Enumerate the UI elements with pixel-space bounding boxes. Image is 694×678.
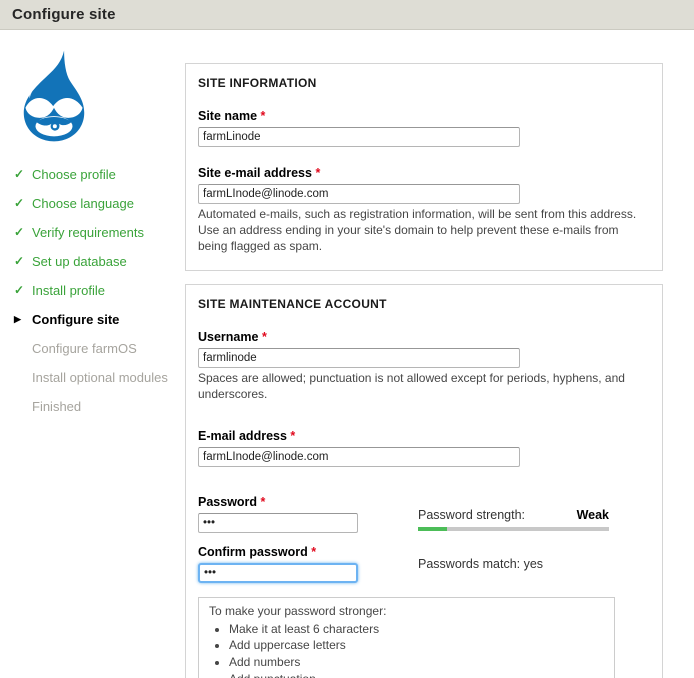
admin-email-form-item: E-mail address * [198,429,650,467]
step-label: Finished [32,400,81,413]
checkmark-icon: ✓ [14,255,32,268]
username-input[interactable] [198,348,520,368]
site-maintenance-account-fieldset: SITE MAINTENANCE ACCOUNT Username * Spac… [185,284,663,678]
password-tip: Make it at least 6 characters [229,622,604,638]
password-strength-track [418,527,609,531]
step-label: Set up database [32,255,127,268]
admin-email-label: E-mail address [198,429,287,443]
password-tips-list: Make it at least 6 characters Add upperc… [209,622,604,678]
site-maintenance-account-legend: SITE MAINTENANCE ACCOUNT [198,297,650,311]
site-email-input[interactable] [198,184,520,204]
sidebar-step-configure-farmos: Configure farmOS [14,342,185,355]
password-tip: Add uppercase letters [229,638,604,654]
password-tips-box: To make your password stronger: Make it … [198,597,615,678]
site-information-legend: SITE INFORMATION [198,76,650,90]
password-label: Password [198,495,257,509]
password-strength-indicator: Password strength: Weak [418,495,609,533]
site-email-form-item: Site e-mail address * Automated e-mails,… [198,166,650,254]
page-header: Configure site [0,0,694,30]
admin-email-input[interactable] [198,447,520,467]
required-marker: * [315,166,320,180]
sidebar-step-choose-profile: ✓ Choose profile [14,168,185,181]
password-tips-intro: To make your password stronger: [209,604,604,620]
required-marker: * [311,545,316,559]
required-marker: * [261,495,266,509]
site-email-label: Site e-mail address [198,166,312,180]
step-label: Install profile [32,284,105,297]
step-label: Configure farmOS [32,342,137,355]
install-steps-list: ✓ Choose profile ✓ Choose language ✓ Ver… [0,168,185,413]
checkmark-icon: ✓ [14,226,32,239]
sidebar-step-install-optional-modules: Install optional modules [14,371,185,384]
sidebar-step-install-profile: ✓ Install profile [14,284,185,297]
configure-site-form: SITE INFORMATION Site name * Site e-mail… [185,30,663,678]
password-row: Password * Password strength: Weak [198,495,650,533]
site-name-label: Site name [198,109,257,123]
checkmark-icon: ✓ [14,168,32,181]
site-name-input[interactable] [198,127,520,147]
step-label: Verify requirements [32,226,144,239]
step-label: Configure site [32,313,119,326]
page-title: Configure site [12,6,116,23]
required-marker: * [290,429,295,443]
sidebar-step-set-up-database: ✓ Set up database [14,255,185,268]
step-label: Choose language [32,197,134,210]
sidebar-step-choose-language: ✓ Choose language [14,197,185,210]
confirm-password-row: Confirm password * Passwords match: yes [198,545,650,583]
confirm-password-label: Confirm password [198,545,308,559]
password-strength-label: Password strength: [418,508,525,522]
checkmark-icon: ✓ [14,284,32,297]
password-tip: Add numbers [229,655,604,671]
sidebar-step-configure-site: ▶ Configure site [14,313,185,326]
required-marker: * [261,109,266,123]
install-sidebar: ✓ Choose profile ✓ Choose language ✓ Ver… [0,30,185,678]
confirm-password-form-item: Confirm password * [198,545,418,583]
checkmark-icon: ✓ [14,197,32,210]
username-label: Username [198,330,258,344]
site-email-description: Automated e-mails, such as registration … [198,207,650,254]
step-label: Choose profile [32,168,116,181]
username-description: Spaces are allowed; punctuation is not a… [198,371,650,403]
passwords-match-status: Passwords match: yes [418,545,609,583]
content: ✓ Choose profile ✓ Choose language ✓ Ver… [0,30,694,678]
current-step-icon: ▶ [14,313,32,326]
sidebar-step-finished: Finished [14,400,185,413]
password-strength-level: Weak [577,508,609,522]
required-marker: * [262,330,267,344]
password-tip: Add punctuation [229,672,604,678]
password-strength-fill [418,527,447,531]
site-name-form-item: Site name * [198,109,650,147]
password-input[interactable] [198,513,358,533]
drupal-logo-icon [12,48,96,144]
step-label: Install optional modules [32,371,168,384]
password-form-item: Password * [198,495,418,533]
site-information-fieldset: SITE INFORMATION Site name * Site e-mail… [185,63,663,271]
username-form-item: Username * Spaces are allowed; punctuati… [198,330,650,403]
confirm-password-input[interactable] [198,563,358,583]
sidebar-step-verify-requirements: ✓ Verify requirements [14,226,185,239]
